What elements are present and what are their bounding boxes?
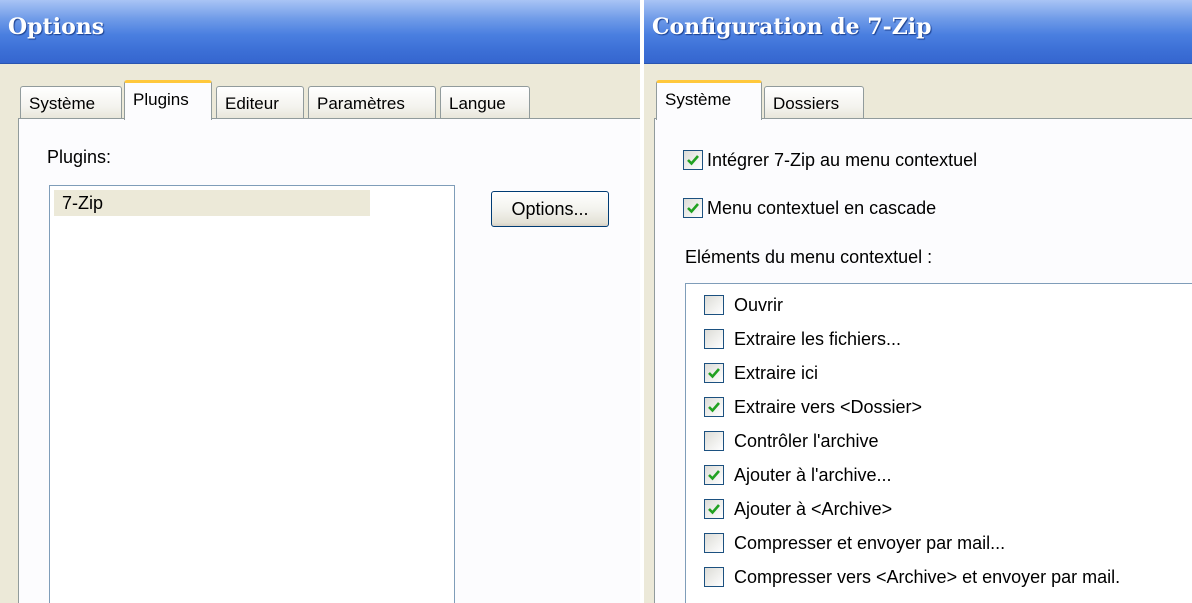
checkbox[interactable] [704, 397, 724, 417]
checkmark-icon [687, 155, 699, 166]
checkbox[interactable] [704, 363, 724, 383]
item-label: Extraire vers <Dossier> [734, 397, 923, 417]
elements-label: Eléments du menu contextuel : [685, 247, 933, 267]
title-bar: Options [0, 0, 640, 64]
checkbox-label: Intégrer 7-Zip au menu contextuel [707, 150, 978, 170]
window-title: Options [8, 14, 105, 40]
item-label: Ouvrir [734, 295, 783, 315]
item-label: Ajouter à <Archive> [734, 499, 893, 519]
checkmark-icon [708, 368, 720, 379]
plugins-panel: Plugins: 7-Zip Options... [18, 118, 640, 603]
item-label: Extraire les fichiers... [734, 329, 902, 349]
tab-langue[interactable]: Langue [440, 86, 530, 120]
plugins-listbox[interactable]: 7-Zip [49, 185, 455, 603]
window-title: Configuration de 7-Zip [652, 14, 932, 40]
item-label: Compresser et envoyer par mail... [734, 533, 1006, 553]
title-bar: Configuration de 7-Zip [644, 0, 1192, 64]
configuration-window: Configuration de 7-Zip Système Dossiers … [644, 0, 1192, 603]
checkbox[interactable] [704, 499, 724, 519]
checkbox[interactable] [683, 198, 703, 218]
checkmark-icon [687, 203, 699, 214]
checkmark-icon [708, 504, 720, 515]
tab-parametres[interactable]: Paramètres [308, 86, 436, 120]
tab-systeme[interactable]: Système [20, 86, 122, 120]
tab-plugins[interactable]: Plugins [124, 80, 212, 120]
item-label: Extraire ici [734, 363, 819, 383]
tab-strip: Système Plugins Editeur Paramètres Langu… [20, 78, 640, 120]
item-label: Compresser vers <Archive> et envoyer par… [734, 567, 1121, 587]
checkmark-icon [708, 470, 720, 481]
item-label: Ajouter à l'archive... [734, 465, 892, 485]
checkbox[interactable] [704, 567, 724, 587]
item-label: Contrôler l'archive [734, 431, 879, 451]
systeme-panel: Intégrer 7-Zip au menu contextuel Menu c… [654, 118, 1192, 603]
tab-strip: Système Dossiers [656, 78, 1192, 120]
checkbox[interactable] [683, 150, 703, 170]
tab-systeme[interactable]: Système [656, 80, 762, 120]
tab-dossiers[interactable]: Dossiers [764, 86, 864, 120]
checkbox[interactable] [704, 295, 724, 315]
checkbox[interactable] [704, 431, 724, 451]
checkbox[interactable] [704, 329, 724, 349]
checkbox[interactable] [704, 465, 724, 485]
options-button[interactable]: Options... [491, 191, 609, 227]
tab-editeur[interactable]: Editeur [216, 86, 304, 120]
context-menu-items-list[interactable]: Ouvrir Extraire les fichiers... Extraire… [685, 283, 1192, 603]
checkbox[interactable] [704, 533, 724, 553]
checkmark-icon [708, 402, 720, 413]
checkbox-label: Menu contextuel en cascade [707, 198, 937, 218]
options-window: Options Système Plugins Editeur Paramètr… [0, 0, 640, 603]
list-item[interactable]: 7-Zip [54, 190, 370, 216]
plugins-label: Plugins: [47, 147, 112, 167]
